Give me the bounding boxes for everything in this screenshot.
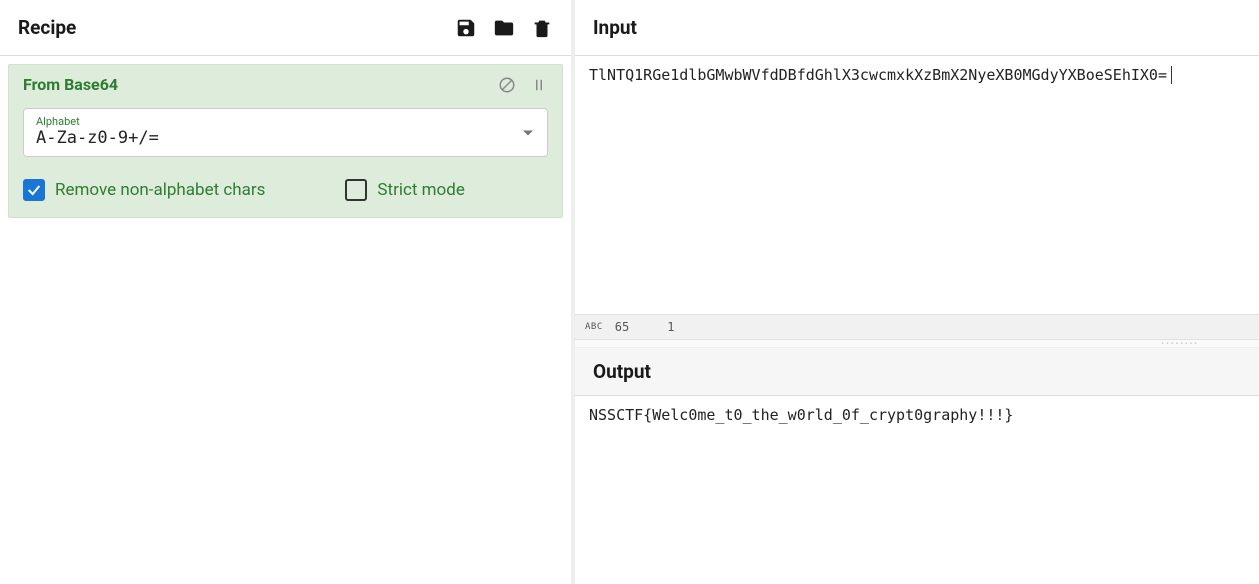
recipe-toolbar (455, 17, 553, 39)
remove-nonalpha-label: Remove non-alphabet chars (55, 180, 265, 200)
alphabet-value: A-Za-z0-9+/= (36, 128, 535, 148)
recipe-title: Recipe (18, 16, 76, 39)
chevron-down-icon (523, 130, 533, 135)
alphabet-label: Alphabet (36, 115, 535, 128)
recipe-body: From Base64 Alphabet A-Za-z0-9+/= Remove… (0, 56, 571, 584)
folder-icon[interactable] (493, 17, 515, 39)
pause-icon[interactable] (530, 76, 548, 94)
trash-icon[interactable] (531, 17, 553, 39)
strict-mode-checkbox[interactable]: Strict mode (345, 179, 464, 201)
operation-from-base64: From Base64 Alphabet A-Za-z0-9+/= Remove… (8, 64, 563, 218)
operation-checkboxes: Remove non-alphabet chars Strict mode (23, 179, 548, 201)
io-pane: Input TlNTQ1RGe1dlbGMwbWVfdDBfdGhlX3cwcm… (575, 0, 1259, 584)
output-header: Output (575, 348, 1259, 396)
output-text[interactable]: NSSCTF{Welc0me_t0_the_w0rld_0f_crypt0gra… (575, 396, 1259, 584)
checkbox-checked-icon (23, 179, 45, 201)
input-text: TlNTQ1RGe1dlbGMwbWVfdDBfdGhlX3cwcmxkXzBm… (589, 66, 1167, 84)
operation-controls (498, 76, 548, 94)
strict-mode-label: Strict mode (377, 180, 464, 200)
remove-nonalpha-checkbox[interactable]: Remove non-alphabet chars (23, 179, 265, 201)
char-count-icon: abc (585, 322, 603, 332)
operation-name: From Base64 (23, 75, 118, 94)
input-title: Input (593, 16, 637, 39)
operation-header: From Base64 (23, 75, 548, 94)
input-status-bar: abc 65 1 (575, 314, 1259, 340)
save-icon[interactable] (455, 17, 477, 39)
alphabet-dropdown[interactable]: Alphabet A-Za-z0-9+/= (23, 108, 548, 157)
output-title: Output (593, 360, 1241, 383)
disable-icon[interactable] (498, 76, 516, 94)
output-area: Output NSSCTF{Welc0me_t0_the_w0rld_0f_cr… (575, 348, 1259, 584)
input-textarea[interactable]: TlNTQ1RGe1dlbGMwbWVfdDBfdGhlX3cwcmxkXzBm… (575, 56, 1259, 314)
recipe-pane: Recipe From Base64 Alphabet A-Za-z0-9+/= (0, 0, 575, 584)
line-count-icon (641, 320, 655, 334)
text-cursor (1171, 66, 1181, 84)
checkbox-unchecked-icon (345, 179, 367, 201)
input-area: Input TlNTQ1RGe1dlbGMwbWVfdDBfdGhlX3cwcm… (575, 0, 1259, 340)
char-count: 65 (615, 320, 629, 334)
input-header: Input (575, 0, 1259, 56)
recipe-header: Recipe (0, 0, 571, 56)
line-count: 1 (667, 320, 674, 334)
pane-divider[interactable]: •••••••• (575, 340, 1259, 348)
